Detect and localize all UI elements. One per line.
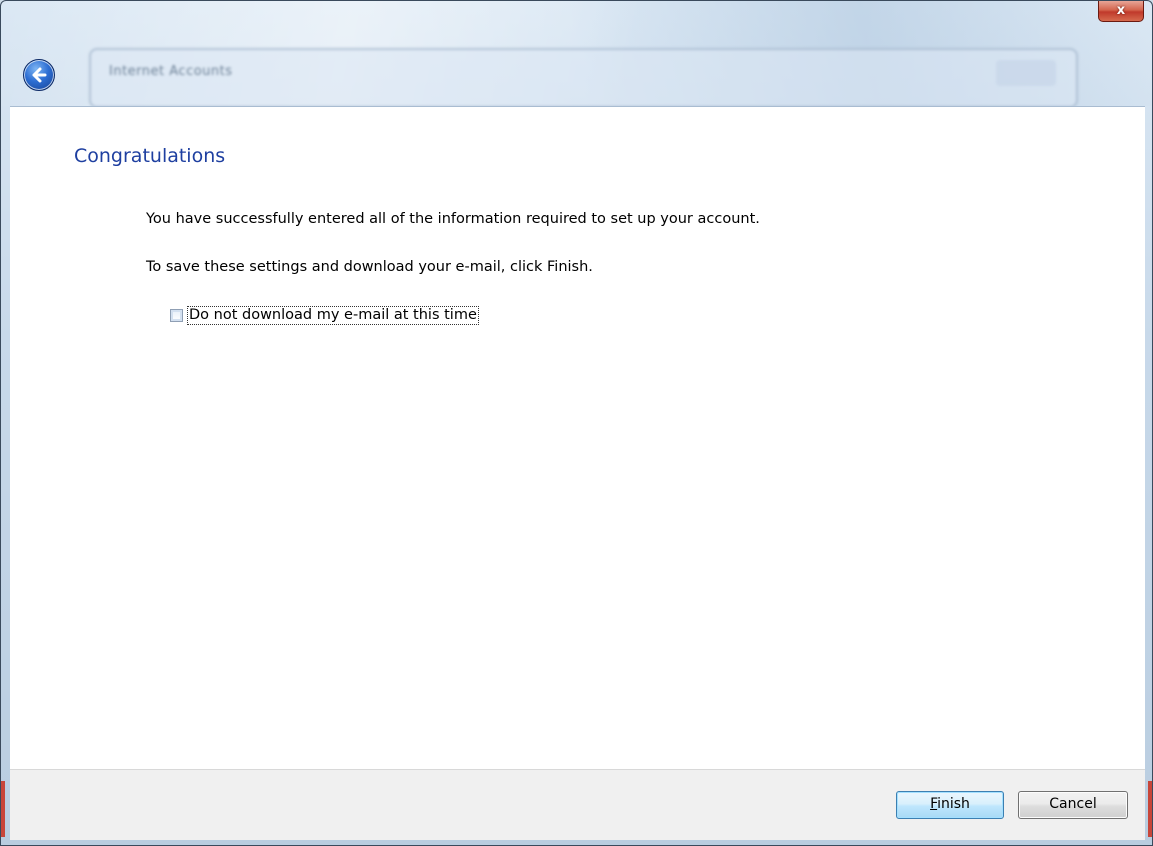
close-button[interactable]: x	[1098, 1, 1144, 22]
blurred-window-controls	[996, 60, 1056, 86]
cancel-button[interactable]: Cancel	[1018, 791, 1128, 819]
finish-label: inish	[937, 796, 970, 812]
wizard-window: x Internet Accounts Congratulations You …	[0, 0, 1153, 846]
right-frame-accent	[1148, 781, 1152, 837]
no-download-checkbox[interactable]	[170, 308, 183, 322]
finish-button[interactable]: Finish	[896, 791, 1004, 819]
wizard-footer: Finish Cancel	[10, 769, 1145, 840]
left-frame-accent	[1, 781, 5, 837]
blurred-background-window: Internet Accounts	[89, 48, 1078, 108]
finish-instruction: To save these settings and download your…	[146, 259, 593, 275]
close-icon: x	[1116, 3, 1126, 18]
no-download-option[interactable]: Do not download my e-mail at this time	[170, 305, 479, 325]
wizard-content: Congratulations You have successfully en…	[10, 106, 1145, 770]
back-arrow-icon	[32, 67, 47, 83]
no-download-label[interactable]: Do not download my e-mail at this time	[187, 305, 479, 325]
success-message: You have successfully entered all of the…	[146, 211, 760, 227]
blurred-window-title: Internet Accounts	[109, 64, 233, 79]
back-button[interactable]	[23, 59, 55, 91]
page-title: Congratulations	[74, 145, 226, 167]
